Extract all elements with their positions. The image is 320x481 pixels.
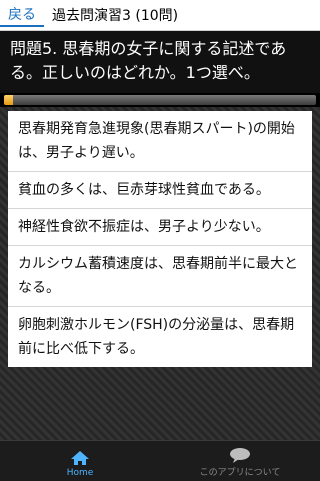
question-text: 問題5. 思春期の女子に関する記述である。正しいのはどれか。1つ選べ。 [0, 31, 320, 93]
answer-option-3[interactable]: 神経性食欲不振症は、男子より少ない。 [8, 209, 312, 246]
progress-fill [4, 95, 14, 105]
back-button[interactable]: 戻る [0, 5, 44, 27]
answer-list: 思春期発育急進現象(思春期スパート)の開始は、男子より遅い。 貧血の多くは、巨赤… [8, 111, 312, 367]
speech-bubble-icon [230, 448, 250, 463]
progress-track [4, 95, 316, 105]
tab-home[interactable]: Home [0, 441, 160, 481]
tab-about-label: このアプリについて [199, 468, 281, 478]
answer-option-4[interactable]: カルシウム蓄積速度は、思春期前半に最大となる。 [8, 246, 312, 307]
tab-home-label: Home [66, 468, 94, 478]
answer-option-1[interactable]: 思春期発育急進現象(思春期スパート)の開始は、男子より遅い。 [8, 111, 312, 172]
top-bar: 戻る 過去問演習3 (10問) [0, 0, 320, 31]
home-icon [71, 451, 89, 465]
progress-bar [0, 93, 320, 107]
tab-about[interactable]: このアプリについて [160, 441, 320, 481]
answer-option-5[interactable]: 卵胞刺激ホルモン(FSH)の分泌量は、思春期前に比べ低下する。 [8, 307, 312, 367]
page-title: 過去問演習3 (10問) [52, 8, 179, 24]
answer-option-2[interactable]: 貧血の多くは、巨赤芽球性貧血である。 [8, 172, 312, 209]
bottom-nav: Home このアプリについて [0, 440, 320, 481]
